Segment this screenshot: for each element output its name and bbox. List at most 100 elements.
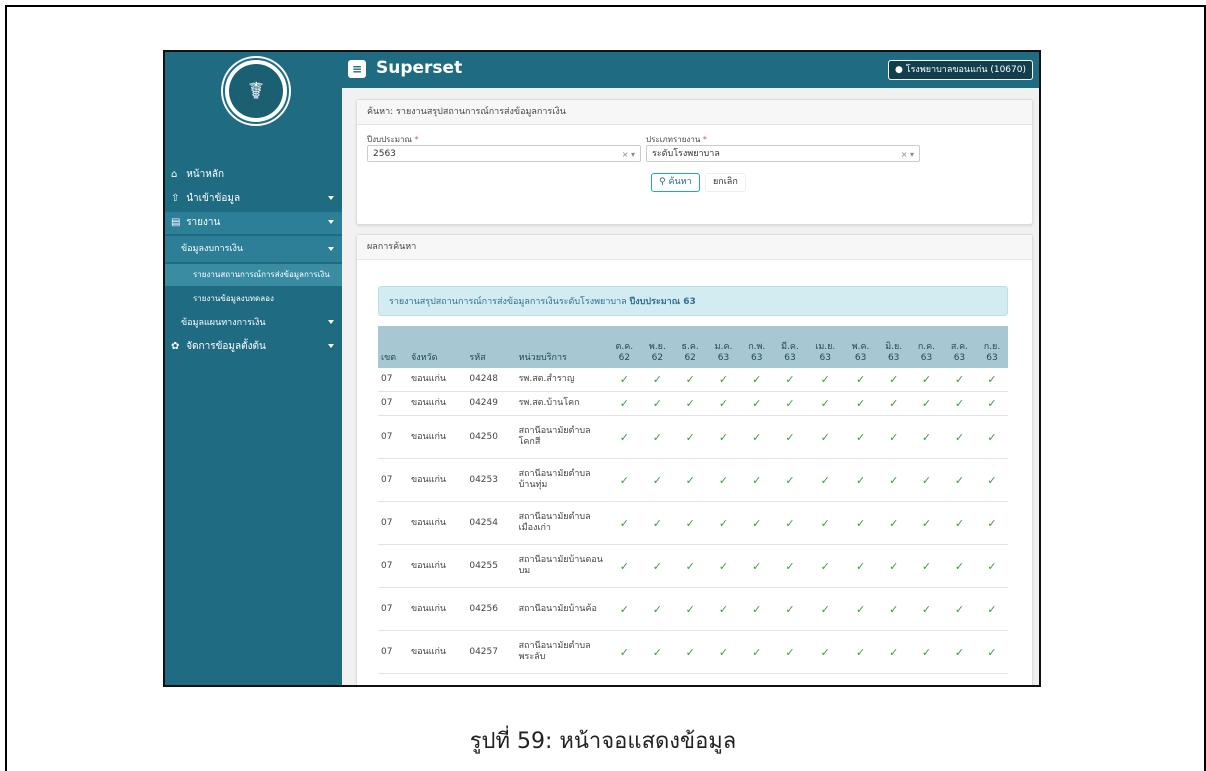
hamburger-icon[interactable]: ≡	[348, 60, 366, 78]
figure-caption: รูปที่ 59: หน้าจอแสดงข้อมูล	[469, 729, 737, 754]
check-icon: ✓	[843, 587, 878, 631]
check-icon: ✓	[607, 630, 642, 674]
sidebar-item-label: ข้อมูลงบการเงิน	[181, 244, 244, 254]
sidebar-item-settings[interactable]: ✿ จัดการข้อมูลตั้งต้น	[165, 336, 342, 358]
check-icon: ✓	[877, 458, 910, 502]
check-icon: ✓	[843, 501, 878, 545]
col-month: พ.ค. 63	[843, 326, 878, 368]
check-icon: ✓	[740, 458, 774, 502]
cell-zone: 07	[378, 368, 408, 392]
check-icon: ✓	[706, 587, 741, 631]
user-menu-button[interactable]: ● โรงพยาบาลขอนแก่น (10670)	[888, 60, 1033, 80]
sidebar-item-label: รายงานสถานการณ์การส่งข้อมูลการเงิน	[193, 270, 330, 279]
check-icon: ✓	[843, 415, 878, 459]
cell-zone: 07	[378, 391, 408, 416]
check-icon: ✓	[673, 501, 707, 545]
check-icon: ✓	[740, 501, 774, 545]
sidebar-item-finance-status[interactable]: รายงานสถานการณ์การส่งข้อมูลการเงิน	[165, 264, 342, 286]
check-icon: ✓	[773, 391, 807, 416]
check-icon: ✓	[877, 630, 910, 674]
col-month: ก.ค. 63	[909, 326, 943, 368]
cell-unit: สถานีอนามัยบ้านดอนบม	[515, 544, 608, 588]
sidebar-item-trial-balance[interactable]: รายงานข้อมูลงบทดลอง	[165, 288, 342, 310]
check-icon: ✓	[673, 368, 707, 392]
col-code: รหัส	[466, 326, 516, 368]
cell-code: 04256	[466, 587, 516, 631]
sidebar-item-home[interactable]: ⌂ หน้าหลัก	[165, 164, 342, 186]
check-icon: ✓	[706, 501, 741, 545]
app-screenshot: ☤ ⌂ หน้าหลัก ⇧ นำเข้าข้อมูล ▤ รายงาน ข้อ…	[163, 50, 1041, 687]
cancel-button[interactable]: ยกเลิก	[705, 173, 746, 192]
table-row: 07 ขอนแก่น 04248 รพ.สต.สำราญ ✓ ✓ ✓ ✓ ✓ ✓ ✓ ✓ ✓ ✓ ✓ ✓	[378, 368, 1008, 392]
check-icon: ✓	[806, 587, 844, 631]
top-bar: ≡ Superset ● โรงพยาบาลขอนแก่น (10670)	[342, 52, 1039, 88]
check-icon: ✓	[975, 501, 1008, 545]
search-panel-title: ค้นหา: รายงานสรุปสถานการณ์การส่งข้อมูลกา…	[357, 100, 1032, 125]
sidebar-item-label: รายงานข้อมูลงบทดลอง	[193, 294, 274, 303]
check-icon: ✓	[773, 587, 807, 631]
year-select[interactable]: 2563 × ▾	[367, 145, 641, 162]
check-icon: ✓	[909, 458, 943, 502]
check-icon: ✓	[773, 458, 807, 502]
check-icon: ✓	[942, 415, 976, 459]
check-icon: ✓	[975, 544, 1008, 588]
cell-province: ขอนแก่น	[407, 458, 467, 502]
check-icon: ✓	[843, 630, 878, 674]
cell-zone: 07	[378, 587, 408, 631]
check-icon: ✓	[673, 391, 707, 416]
sidebar-item-label: หน้าหลัก	[186, 169, 225, 180]
col-month: พ.ย. 62	[641, 326, 674, 368]
check-icon: ✓	[843, 458, 878, 502]
check-icon: ✓	[909, 368, 943, 392]
clear-chevron-icon[interactable]: × ▾	[901, 146, 914, 163]
check-icon: ✓	[975, 587, 1008, 631]
check-icon: ✓	[942, 501, 976, 545]
sidebar-item-label: ข้อมูลแผนทางการเงิน	[181, 318, 266, 328]
col-month: เม.ย. 63	[806, 326, 844, 368]
check-icon: ✓	[877, 501, 910, 545]
check-icon: ✓	[877, 415, 910, 459]
caduceus-icon: ☤	[229, 64, 283, 118]
check-icon: ✓	[806, 415, 844, 459]
caret-down-icon	[328, 220, 334, 224]
cell-unit: สถานีอนามัยตำบลโคกสี	[515, 415, 608, 459]
cell-province: ขอนแก่น	[407, 368, 467, 392]
home-icon: ⌂	[171, 169, 178, 180]
cell-zone: 07	[378, 415, 408, 459]
clear-chevron-icon[interactable]: × ▾	[622, 146, 635, 163]
cell-unit: สถานีอนามัยตำบลบ้านทุ่ม	[515, 458, 608, 502]
table-row: 07 ขอนแก่น 04250 สถานีอนามัยตำบลโคกสี ✓ ✓ ✓ ✓ ✓ ✓…	[378, 415, 1008, 459]
table-header: เขต จังหวัด รหัส หน่วยบริการ ต.ค. 62 พ.ย.…	[378, 326, 1008, 368]
cell-zone: 07	[378, 458, 408, 502]
check-icon: ✓	[773, 544, 807, 588]
sidebar-item-finance-plan[interactable]: ข้อมูลแผนทางการเงิน	[165, 312, 342, 334]
sidebar-item-import[interactable]: ⇧ นำเข้าข้อมูล	[165, 188, 342, 210]
col-month: ธ.ค. 62	[673, 326, 707, 368]
check-icon: ✓	[607, 368, 642, 392]
cell-province: ขอนแก่น	[407, 587, 467, 631]
user-circle-icon: ●	[895, 65, 903, 75]
check-icon: ✓	[942, 458, 976, 502]
check-icon: ✓	[740, 630, 774, 674]
sidebar-item-report[interactable]: ▤ รายงาน	[165, 212, 342, 234]
check-icon: ✓	[673, 587, 707, 631]
sidebar-item-finance[interactable]: ข้อมูลงบการเงิน	[165, 236, 342, 262]
check-icon: ✓	[773, 415, 807, 459]
check-icon: ✓	[909, 630, 943, 674]
results-panel: ผลการค้นหา รายงานสรุปสถานการณ์การส่งข้อม…	[356, 234, 1033, 685]
check-icon: ✓	[740, 415, 774, 459]
cell-unit: สถานีอนามัยบ้านค้อ	[515, 587, 608, 631]
cell-zone: 07	[378, 630, 408, 674]
col-month: มี.ค. 63	[773, 326, 807, 368]
cell-unit: สถานีอนามัยตำบลพระลับ	[515, 630, 608, 674]
search-button[interactable]: ⚲ ค้นหา	[651, 173, 700, 192]
cell-code: 04257	[466, 630, 516, 674]
check-icon: ✓	[975, 415, 1008, 459]
check-icon: ✓	[740, 391, 774, 416]
col-month: ต.ค. 62	[607, 326, 642, 368]
check-icon: ✓	[641, 587, 674, 631]
report-type-select[interactable]: ระดับโรงพยาบาล × ▾	[646, 145, 920, 162]
check-icon: ✓	[843, 391, 878, 416]
check-icon: ✓	[607, 587, 642, 631]
caret-down-icon	[328, 320, 334, 324]
